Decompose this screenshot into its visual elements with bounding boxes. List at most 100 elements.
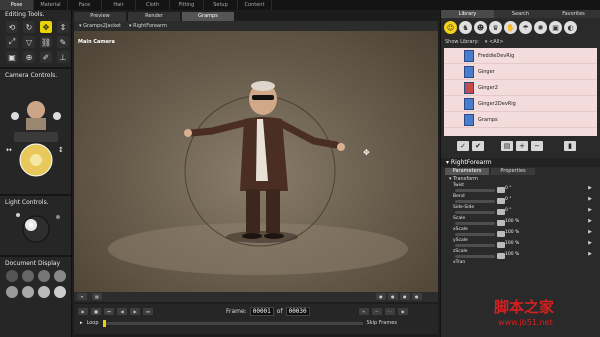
view-magnifier-icon[interactable]: ⊕ <box>23 51 35 63</box>
morph-brush-icon[interactable]: ✐ <box>40 51 52 63</box>
show-library-select[interactable]: ▾ <All> <box>485 39 504 45</box>
parameter-menu-arrow-icon[interactable]: ▶ <box>588 240 592 246</box>
next-frame-button[interactable]: ▶ <box>130 307 140 315</box>
poses-category-icon[interactable]: ♞ <box>459 21 472 34</box>
dial-knob-icon[interactable] <box>497 242 505 248</box>
parameter-slider[interactable] <box>455 255 495 258</box>
scale-tool-icon[interactable]: ⤢ <box>6 36 18 48</box>
parameter-menu-arrow-icon[interactable]: ▶ <box>588 251 592 257</box>
display-option-icon[interactable]: ● <box>411 293 422 300</box>
library-item[interactable]: FreddieDevRig <box>444 48 597 64</box>
parameter-dial[interactable]: Bend 0 ° ▶ <box>441 194 600 205</box>
display-option-icon[interactable]: ● <box>375 293 386 300</box>
dial-knob-icon[interactable] <box>497 198 505 204</box>
tab-cloth[interactable]: Cloth <box>136 0 170 10</box>
skip-frames-label[interactable]: Skip Frames <box>367 320 397 326</box>
silhouette-style-icon[interactable] <box>6 270 18 282</box>
parameter-value[interactable]: 0 ° <box>505 197 512 202</box>
display-option-icon[interactable]: ● <box>399 293 410 300</box>
cameras-category-icon[interactable]: ▣ <box>549 21 562 34</box>
graph-button[interactable]: ◆ <box>397 307 408 315</box>
parameter-dial[interactable]: Twist 0 ° ▶ <box>441 183 600 194</box>
playhead[interactable] <box>102 319 106 327</box>
parameter-menu-arrow-icon[interactable]: ▶ <box>588 185 592 191</box>
tab-preview[interactable]: Preview <box>74 12 126 21</box>
taper-tool-icon[interactable]: ▽ <box>23 36 35 48</box>
loop-label[interactable]: Loop <box>87 320 99 326</box>
apply-double-check-icon[interactable]: ✔ <box>472 141 484 151</box>
light-controls-widget[interactable] <box>0 207 72 251</box>
parameter-dial[interactable]: yScale 100 % ▶ <box>441 238 600 249</box>
transform-section[interactable]: ▾ Transform <box>441 176 600 183</box>
tab-gramps[interactable]: Gramps <box>182 12 234 21</box>
tab-search[interactable]: Search <box>494 10 547 18</box>
parameter-menu-arrow-icon[interactable]: ▶ <box>588 229 592 235</box>
parameter-value[interactable]: 100 % <box>505 241 519 246</box>
parameter-menu-arrow-icon[interactable]: ▶ <box>588 207 592 213</box>
tab-fitting[interactable]: Fitting <box>170 0 204 10</box>
view-menu-button[interactable]: ▾ <box>77 293 87 300</box>
current-frame-field[interactable]: 00001 <box>249 306 274 316</box>
stop-button[interactable]: ■ <box>91 307 101 315</box>
display-option-icon[interactable]: ● <box>387 293 398 300</box>
3d-viewport[interactable]: Main Camera ✥ <box>74 31 438 292</box>
total-frames-field[interactable]: 00030 <box>285 306 310 316</box>
smooth-shaded-style-icon[interactable] <box>38 286 50 298</box>
parameter-value[interactable]: 0 ° <box>505 208 512 213</box>
parameter-dial[interactable]: zScale 100 % ▶ <box>441 249 600 260</box>
lights-category-icon[interactable]: ✺ <box>534 21 547 34</box>
texture-shaded-style-icon[interactable] <box>54 286 66 298</box>
parameter-dial[interactable]: xScale 100 % ▶ <box>441 227 600 238</box>
tab-pose[interactable]: Pose <box>0 0 34 10</box>
tab-face[interactable]: Face <box>68 0 102 10</box>
flat-shaded-style-icon[interactable] <box>22 286 34 298</box>
scene-figure[interactable] <box>74 31 438 292</box>
library-item[interactable]: Ginger2 <box>444 80 597 96</box>
grid-toggle-icon[interactable]: ▦ <box>91 293 102 300</box>
hands-category-icon[interactable]: ✋ <box>504 21 517 34</box>
tab-content[interactable]: Content <box>238 0 272 10</box>
rotate-tool-icon[interactable]: ⟲ <box>6 21 18 33</box>
parameter-slider[interactable] <box>455 189 495 192</box>
hair-category-icon[interactable]: ♛ <box>489 21 502 34</box>
remove-keyframe-button[interactable]: − <box>371 307 382 315</box>
tab-material[interactable]: Material <box>34 0 68 10</box>
parameter-dial[interactable]: Scale 100 % ▶ <box>441 216 600 227</box>
play-button[interactable]: ▶ <box>78 307 88 315</box>
dial-knob-icon[interactable] <box>497 253 505 259</box>
tab-properties[interactable]: Properties <box>491 168 535 175</box>
figure-select[interactable]: ▾ Gramps2Jacket <box>79 23 121 29</box>
library-item[interactable]: Ginger <box>444 64 597 80</box>
parameter-value[interactable]: 100 % <box>505 219 519 224</box>
library-item[interactable]: Gramps <box>444 112 597 128</box>
library-item[interactable]: Ginger2DevRig <box>444 96 597 112</box>
last-frame-button[interactable]: ⏭ <box>143 307 153 315</box>
apply-check-icon[interactable]: ✓ <box>457 141 469 151</box>
translate-tool-icon[interactable]: ✥ <box>40 21 52 33</box>
tab-parameters[interactable]: Parameters <box>445 168 489 175</box>
parameter-slider[interactable] <box>455 233 495 236</box>
actor-select[interactable]: ▾ RightForearm <box>129 23 167 29</box>
keyframe-menu-button[interactable]: ⋯ <box>384 307 395 315</box>
dial-knob-icon[interactable] <box>497 187 505 193</box>
wireframe-style-icon[interactable] <box>38 270 50 282</box>
tab-setup[interactable]: Setup <box>204 0 238 10</box>
chain-break-icon[interactable]: ⛓ <box>40 36 52 48</box>
parameter-slider[interactable] <box>455 211 495 214</box>
tab-render[interactable]: Render <box>128 12 180 21</box>
first-frame-button[interactable]: ⏮ <box>104 307 114 315</box>
add-to-library-icon[interactable]: + <box>516 141 528 151</box>
prev-frame-button[interactable]: ◀ <box>117 307 127 315</box>
translate-in-out-icon[interactable]: ⇕ <box>57 21 69 33</box>
lit-wireframe-style-icon[interactable] <box>6 286 18 298</box>
parameter-menu-arrow-icon[interactable]: ▶ <box>588 218 592 224</box>
parameter-slider[interactable] <box>455 244 495 247</box>
tab-hair[interactable]: Hair <box>102 0 136 10</box>
tab-library[interactable]: Library <box>441 10 494 18</box>
add-keyframe-button[interactable]: + <box>358 307 369 315</box>
lock-icon[interactable]: ▮ <box>564 141 576 151</box>
parameter-value[interactable]: 100 % <box>505 230 519 235</box>
hidden-line-style-icon[interactable] <box>54 270 66 282</box>
figures-category-icon[interactable]: ☺ <box>444 21 457 34</box>
direct-manipulation-icon[interactable]: ⊥ <box>57 51 69 63</box>
